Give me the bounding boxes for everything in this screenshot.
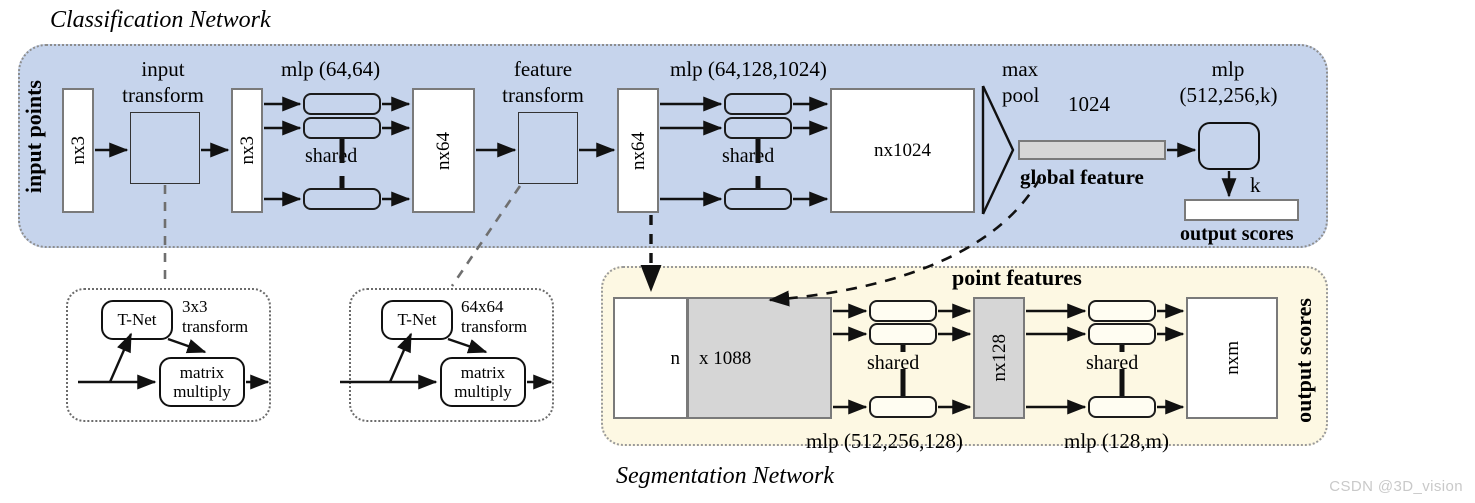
tensor-label: nx128 [988, 334, 1010, 382]
global-feature-label: global feature [1020, 165, 1144, 189]
input-points-label: input points [21, 80, 46, 194]
input-tnet-transform-label-line1: 3x3 [182, 297, 208, 316]
output-scores-label-segmentation: output scores [1291, 298, 1316, 423]
output-scores-label-classification: output scores [1180, 223, 1294, 245]
feature-tnet-box: T-Net [381, 300, 453, 340]
feature-tnet-transform-label-line2: transform [461, 317, 528, 336]
concat-tensor-white-part: n [613, 297, 688, 419]
mlp-512-256-k-label-line1: mlp [1211, 57, 1245, 81]
input-transform-label-line2: transform [122, 83, 204, 107]
input-tnet-matrix-multiply-box: matrix multiply [159, 357, 245, 407]
watermark: CSDN @3D_vision [1329, 478, 1463, 495]
tensor-label: nx3 [67, 136, 89, 165]
mlp2-pill-bottom [724, 188, 792, 210]
matrix-multiply-line2: multiply [454, 382, 512, 401]
input-tnet-transform-label-line2: transform [182, 317, 249, 336]
tensor-label: nx1024 [874, 140, 931, 161]
tensor-box-nx3-input: nx3 [62, 88, 94, 213]
tnet-label: T-Net [397, 310, 437, 330]
feature-transform-box [518, 112, 578, 184]
concat-dim-label: x 1088 [699, 347, 752, 369]
tensor-box-nx3-transformed: nx3 [231, 88, 263, 213]
feature-transform-label-line2: transform [502, 83, 584, 107]
seg-mlp2-pill-bottom [1088, 396, 1156, 418]
shared-label-mlp2: shared [722, 145, 775, 167]
mlp1-pill-bottom [303, 188, 381, 210]
global-feature-dim-label: 1024 [1068, 92, 1110, 116]
mlp2-pill-top [724, 93, 792, 115]
tnet-label: T-Net [117, 310, 157, 330]
global-feature-bar [1018, 140, 1166, 160]
seg-mlp2-pill-mid [1088, 323, 1156, 345]
shared-label-seg-mlp2: shared [1086, 352, 1139, 374]
tensor-label: nxm [1221, 341, 1243, 375]
maxpool-label-line2: pool [1002, 83, 1040, 107]
seg-mlp1-pill-top [869, 300, 937, 322]
matrix-multiply-line1: matrix [179, 362, 225, 382]
feature-tnet-transform-label-line1: 64x64 [461, 297, 504, 316]
concat-n-label: n [670, 347, 681, 369]
output-scores-box-classification [1184, 199, 1299, 221]
k-dim-label: k [1250, 173, 1261, 197]
tensor-label: nx3 [236, 136, 258, 165]
segmentation-network-title: Segmentation Network [616, 463, 834, 489]
seg-mlp-512-256-128-label: mlp (512,256,128) [806, 429, 963, 453]
mlp-512-256-k-box [1198, 122, 1260, 170]
tensor-box-nx1024: nx1024 [830, 88, 975, 213]
mlp-512-256-k-label-line2: (512,256,k) [1179, 83, 1278, 107]
point-features-label: point features [952, 265, 1082, 290]
shared-label-seg-mlp1: shared [867, 352, 920, 374]
seg-mlp1-pill-mid [869, 323, 937, 345]
concat-tensor-grey-part: x 1088 [687, 297, 832, 419]
input-tnet-box: T-Net [101, 300, 173, 340]
seg-mlp-128-m-label: mlp (128,m) [1064, 429, 1169, 453]
mlp-64-128-1024-label: mlp (64,128,1024) [670, 57, 827, 81]
tensor-label: nx64 [433, 131, 454, 170]
feature-transform-label-line1: feature [513, 57, 573, 81]
mlp1-pill-top [303, 93, 381, 115]
tensor-label: nx64 [627, 131, 649, 170]
input-transform-box [130, 112, 200, 184]
classification-network-title: Classification Network [50, 7, 271, 33]
matrix-multiply-line2: multiply [173, 382, 231, 401]
mlp2-pill-mid [724, 117, 792, 139]
shared-label-mlp1: shared [305, 145, 358, 167]
seg-mlp1-pill-bottom [869, 396, 937, 418]
mlp1-pill-mid [303, 117, 381, 139]
tensor-box-nx128: nx128 [973, 297, 1025, 419]
feature-tnet-matrix-multiply-box: matrix multiply [440, 357, 526, 407]
input-transform-label-line1: input [141, 57, 185, 81]
maxpool-label-line1: max [1002, 57, 1039, 81]
tensor-box-nx64-a: nx64 [412, 88, 475, 213]
mlp-64-64-label: mlp (64,64) [281, 57, 381, 81]
tensor-box-nxm: nxm [1186, 297, 1278, 419]
figure-canvas: Classification Network input points nx3 … [0, 0, 1475, 503]
seg-mlp2-pill-top [1088, 300, 1156, 322]
matrix-multiply-line1: matrix [460, 362, 506, 382]
tensor-box-nx64-b: nx64 [617, 88, 659, 213]
